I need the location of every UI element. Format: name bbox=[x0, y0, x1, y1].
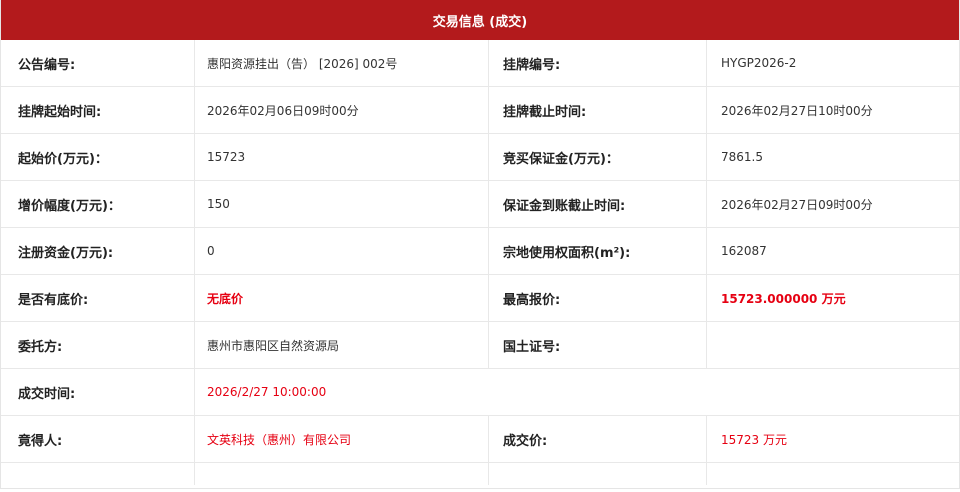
listing-start-value: 2026年02月06日09时00分 bbox=[194, 86, 489, 134]
panel-header: 交易信息 (成交) bbox=[1, 0, 959, 40]
table-row: 成交时间: 2026/2/27 10:00:00 bbox=[1, 368, 959, 416]
transaction-info-table: 公告编号: 惠阳资源挂出（告） [2026] 002号 挂牌编号: HYGP20… bbox=[1, 40, 959, 485]
table-row: 挂牌起始时间: 2026年02月06日09时00分 挂牌截止时间: 2026年0… bbox=[1, 86, 959, 134]
deposit-deadline-label: 保证金到账截止时间: bbox=[488, 180, 707, 228]
starting-price-value: 15723 bbox=[194, 133, 489, 181]
announcement-no-value: 惠阳资源挂出（告） [2026] 002号 bbox=[194, 40, 489, 87]
reserve-price-label: 是否有底价: bbox=[1, 274, 195, 322]
land-area-value: 162087 bbox=[706, 227, 959, 275]
registered-capital-label: 注册资金(万元): bbox=[1, 227, 195, 275]
table-row: 增价幅度(万元)： 150 保证金到账截止时间: 2026年02月27日09时0… bbox=[1, 180, 959, 228]
increment-value: 150 bbox=[194, 180, 489, 228]
listing-end-label: 挂牌截止时间: bbox=[488, 86, 707, 134]
starting-price-label: 起始价(万元)： bbox=[1, 133, 195, 181]
land-area-label: 宗地使用权面积(m²): bbox=[488, 227, 707, 275]
client-label: 委托方: bbox=[1, 321, 195, 369]
announcement-no-label: 公告编号: bbox=[1, 40, 195, 87]
table-row: 公告编号: 惠阳资源挂出（告） [2026] 002号 挂牌编号: HYGP20… bbox=[1, 40, 959, 87]
table-row: 竟得人: 文英科技（惠州）有限公司 成交价: 15723 万元 bbox=[1, 415, 959, 463]
deposit-value: 7861.5 bbox=[706, 133, 959, 181]
table-row: 起始价(万元)： 15723 竞买保证金(万元)： 7861.5 bbox=[1, 133, 959, 181]
winner-value: 文英科技（惠州）有限公司 bbox=[194, 415, 489, 463]
highest-bid-value: 15723.000000 万元 bbox=[706, 274, 959, 322]
deposit-deadline-value: 2026年02月27日09时00分 bbox=[706, 180, 959, 228]
panel-title: 交易信息 (成交) bbox=[432, 14, 528, 30]
winner-label: 竟得人: bbox=[1, 415, 195, 463]
listing-no-label: 挂牌编号: bbox=[488, 40, 707, 87]
deal-time-label: 成交时间: bbox=[1, 368, 195, 416]
table-row: 注册资金(万元): 0 宗地使用权面积(m²): 162087 bbox=[1, 227, 959, 275]
table-row: 是否有底价: 无底价 最高报价: 15723.000000 万元 bbox=[1, 274, 959, 322]
deal-price-label: 成交价: bbox=[488, 415, 707, 463]
listing-end-value: 2026年02月27日10时00分 bbox=[706, 86, 959, 134]
registered-capital-value: 0 bbox=[194, 227, 489, 275]
increment-label: 增价幅度(万元)： bbox=[1, 180, 195, 228]
land-cert-label: 国土证号: bbox=[488, 321, 707, 369]
highest-bid-label: 最高报价: bbox=[488, 274, 707, 322]
deal-time-value: 2026/2/27 10:00:00 bbox=[194, 368, 959, 416]
client-value: 惠州市惠阳区自然资源局 bbox=[194, 321, 489, 369]
table-row-empty bbox=[1, 462, 959, 485]
land-cert-value bbox=[706, 321, 959, 369]
table-row: 委托方: 惠州市惠阳区自然资源局 国土证号: bbox=[1, 321, 959, 369]
listing-start-label: 挂牌起始时间: bbox=[1, 86, 195, 134]
deal-price-value: 15723 万元 bbox=[706, 415, 959, 463]
deposit-label: 竞买保证金(万元)： bbox=[488, 133, 707, 181]
reserve-price-value: 无底价 bbox=[194, 274, 489, 322]
transaction-info-panel: 交易信息 (成交) 公告编号: 惠阳资源挂出（告） [2026] 002号 挂牌… bbox=[0, 0, 960, 489]
listing-no-value: HYGP2026-2 bbox=[706, 40, 959, 87]
